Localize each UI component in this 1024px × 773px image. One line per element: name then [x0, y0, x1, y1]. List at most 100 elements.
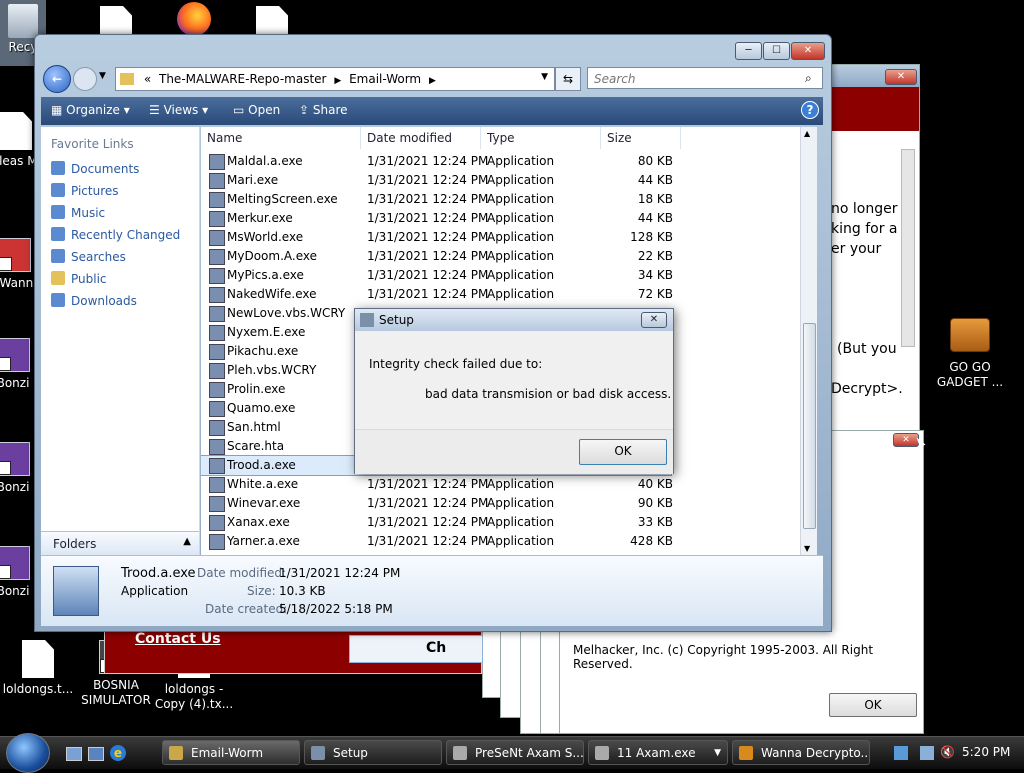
ok-button[interactable]: OK — [829, 693, 917, 717]
close-button[interactable]: ✕ — [893, 433, 919, 447]
file-type: Application — [487, 268, 555, 282]
taskbar-item-email-worm[interactable]: Email-Worm — [162, 740, 300, 765]
search-input[interactable]: Search — [587, 67, 823, 89]
address-dropdown-icon[interactable]: ▼ — [541, 72, 548, 82]
column-header-size[interactable]: Size — [601, 127, 681, 149]
table-row[interactable]: Xanax.exe 1/31/2021 12:24 PM Application 33… — [201, 513, 673, 532]
sidebar-item-music[interactable]: Music — [51, 205, 105, 220]
exe-file-icon — [209, 154, 225, 170]
exe-file-icon — [209, 515, 225, 531]
details-date-modified: 1/31/2021 12:24 PM — [279, 566, 401, 580]
internet-explorer-icon[interactable]: e — [110, 745, 126, 761]
exe-file-icon — [209, 325, 225, 341]
tray-monitor-icon[interactable] — [920, 746, 934, 760]
taskbar-item-setup[interactable]: Setup — [304, 740, 442, 765]
sidebar-item-searches[interactable]: Searches — [51, 249, 126, 264]
clock[interactable]: 5:20 PM — [962, 745, 1010, 759]
copyright-text: Melhacker, Inc. (c) Copyright 1995-2003.… — [573, 643, 874, 671]
file-name: MyPics.a.exe — [227, 268, 304, 282]
organize-label: Organize — [66, 103, 120, 117]
desktop-icon-go-go-gadget[interactable]: GO GO GADGET ... — [930, 318, 1010, 390]
ok-button[interactable]: OK — [579, 439, 667, 465]
share-button[interactable]: ⇪ Share — [299, 103, 348, 117]
file-type: Application — [487, 249, 555, 263]
sidebar-item-public[interactable]: Public — [51, 271, 107, 286]
back-button[interactable]: ← — [43, 65, 71, 93]
refresh-button[interactable]: ⇆ — [555, 67, 581, 91]
file-size: 22 KB — [637, 249, 673, 263]
folders-toggle[interactable]: Folders ▲ — [41, 531, 199, 556]
start-button[interactable] — [6, 733, 50, 773]
firefox-icon — [177, 2, 211, 36]
file-name: Quamo.exe — [227, 401, 296, 415]
tray-network-icon[interactable] — [894, 746, 908, 760]
column-header-date[interactable]: Date modified — [361, 127, 481, 149]
chevron-down-icon[interactable]: ▼ — [99, 71, 106, 81]
file-size: 44 KB — [637, 173, 673, 187]
scrollbar-thumb[interactable] — [803, 323, 816, 529]
file-size: 428 KB — [630, 534, 673, 548]
file-icon — [0, 112, 32, 150]
table-row[interactable]: MyPics.a.exe 1/31/2021 12:24 PM Applicatio… — [201, 266, 673, 285]
sidebar-item-pictures[interactable]: Pictures — [51, 183, 119, 198]
taskbar-item-present-axam[interactable]: PreSeNt Axam S... — [446, 740, 584, 765]
address-bar[interactable]: « The-MALWARE-Repo-master ▶ Email-Worm ▶… — [115, 67, 555, 91]
switch-windows-icon[interactable] — [88, 747, 104, 761]
file-name: MeltingScreen.exe — [227, 192, 338, 206]
tray-volume-muted-icon[interactable]: 🔇 — [940, 745, 955, 759]
details-size-label: Size: — [247, 584, 276, 598]
exe-file-icon — [209, 401, 225, 417]
taskbar-item-axam-group[interactable]: 11 Axam.exe ▼ — [588, 740, 728, 765]
table-row[interactable]: Maldal.a.exe 1/31/2021 12:24 PM Applicatio… — [201, 152, 673, 171]
column-header-type[interactable]: Type — [481, 127, 601, 149]
help-icon[interactable]: ? — [801, 101, 819, 119]
recycle-bin-icon — [8, 4, 38, 38]
public-folder-icon — [51, 271, 65, 285]
table-row[interactable]: NakedWife.exe 1/31/2021 12:24 PM Applicati… — [201, 285, 673, 304]
file-name: Prolin.exe — [227, 382, 286, 396]
open-button[interactable]: ▭ Open — [233, 103, 280, 117]
app-icon — [453, 746, 467, 760]
scrollbar[interactable] — [901, 149, 915, 347]
column-header-name[interactable]: Name — [201, 127, 361, 149]
table-row[interactable]: MyDoom.A.exe 1/31/2021 12:24 PM Applicatio… — [201, 247, 673, 266]
taskbar-item-wanna-decryptor[interactable]: Wanna Decrypto... — [732, 740, 870, 765]
maximize-button[interactable]: ☐ — [763, 42, 790, 60]
taskbar-item-label: Email-Worm — [191, 746, 264, 760]
sidebar-item-recently-changed[interactable]: Recently Changed — [51, 227, 180, 242]
forward-button[interactable] — [73, 67, 97, 91]
close-button[interactable]: ✕ — [641, 312, 667, 328]
sidebar-item-downloads[interactable]: Downloads — [51, 293, 137, 308]
table-row[interactable]: Yarner.a.exe 1/31/2021 12:24 PM Applicatio… — [201, 532, 673, 551]
sidebar-item-documents[interactable]: Documents — [51, 161, 139, 176]
desktop-icon-label: loldongs.t... — [2, 682, 74, 696]
minimize-button[interactable]: ─ — [735, 42, 762, 60]
table-row[interactable]: MeltingScreen.exe 1/31/2021 12:24 PM Appli… — [201, 190, 673, 209]
table-row[interactable]: Winevar.exe 1/31/2021 12:24 PM Application… — [201, 494, 673, 513]
breadcrumb-repo[interactable]: The-MALWARE-Repo-master — [159, 72, 326, 86]
vertical-scrollbar[interactable]: ▲ ▼ — [800, 127, 817, 555]
close-button[interactable]: ✕ — [791, 42, 825, 60]
exe-file-icon — [209, 496, 225, 512]
table-row[interactable]: MsWorld.exe 1/31/2021 12:24 PM Application… — [201, 228, 673, 247]
dialog-button-partial[interactable]: Ch — [349, 635, 483, 663]
error-message-line2: bad data transmision or bad disk access. — [425, 387, 672, 401]
red-banner — [831, 87, 919, 131]
table-row[interactable]: Mari.exe 1/31/2021 12:24 PM Application 44 … — [201, 171, 673, 190]
table-row[interactable]: White.a.exe 1/31/2021 12:24 PM Application… — [201, 475, 673, 494]
close-button[interactable]: ✕ — [885, 69, 917, 85]
breadcrumb-current[interactable]: Email-Worm — [349, 72, 421, 86]
show-desktop-icon[interactable] — [66, 747, 82, 761]
scroll-up-icon[interactable]: ▲ — [804, 129, 810, 138]
exe-file-icon — [209, 268, 225, 284]
details-pane: Trood.a.exe Application Date modified: 1… — [41, 555, 823, 626]
folder-icon — [120, 73, 134, 85]
desktop-icon-firefox[interactable] — [154, 2, 234, 36]
desktop-icon-loldongs[interactable]: loldongs.t... — [0, 640, 76, 697]
setup-title: Setup — [379, 313, 414, 327]
views-button[interactable]: ☰ Views ▾ — [149, 103, 208, 117]
contact-us-link[interactable]: Contact Us — [135, 631, 221, 647]
organize-button[interactable]: ▦ Organize ▾ — [51, 103, 130, 117]
table-row[interactable]: Merkur.exe 1/31/2021 12:24 PM Application 4… — [201, 209, 673, 228]
scroll-down-icon[interactable]: ▼ — [804, 544, 810, 553]
